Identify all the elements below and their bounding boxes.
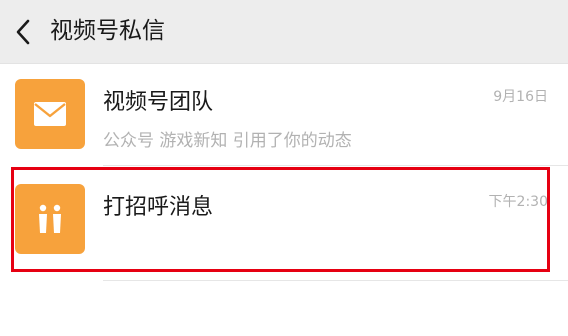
conversation-name: 视频号团队 bbox=[103, 90, 214, 115]
conversation-item-greetings[interactable]: 打招呼消息 下午2:30 bbox=[0, 165, 568, 275]
avatar bbox=[15, 184, 85, 254]
conversation-preview: 公众号 游戏新知 引用了你的动态 bbox=[103, 131, 352, 151]
envelope-icon bbox=[34, 102, 66, 126]
top-bar: 视频号私信 bbox=[0, 0, 568, 63]
divider bbox=[103, 280, 568, 281]
conversation-time: 下午2:30 bbox=[488, 194, 548, 210]
page-title: 视频号私信 bbox=[50, 18, 165, 44]
chevron-left-icon bbox=[16, 19, 30, 45]
conversation-time: 9月16日 bbox=[493, 89, 548, 105]
greeting-people-icon bbox=[39, 204, 61, 233]
conversation-name: 打招呼消息 bbox=[103, 195, 214, 220]
conversation-item-video-team[interactable]: 视频号团队 公众号 游戏新知 引用了你的动态 9月16日 bbox=[0, 64, 568, 165]
back-button[interactable] bbox=[8, 14, 38, 50]
avatar bbox=[15, 79, 85, 149]
